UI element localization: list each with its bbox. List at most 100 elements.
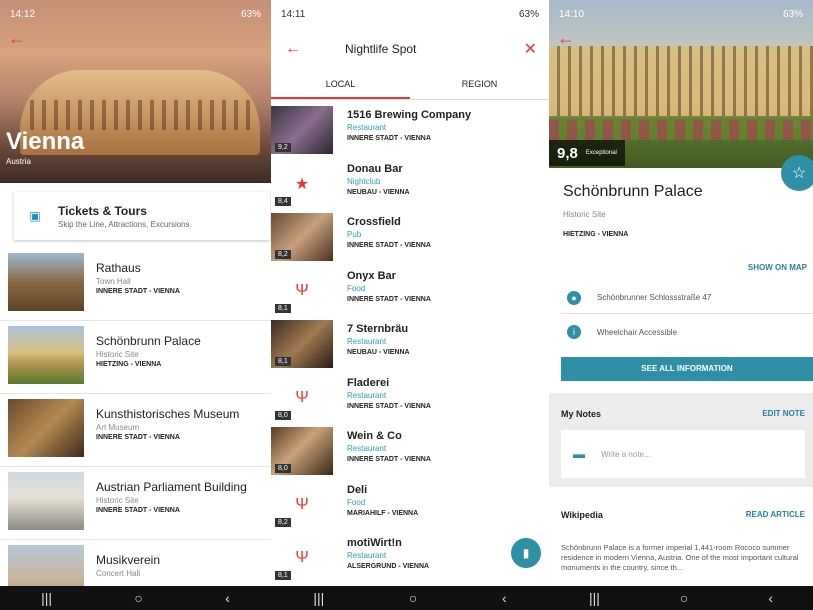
star-icon: ★	[294, 175, 310, 193]
country-subtitle: Austria	[6, 157, 31, 166]
fork-knife-icon: Ψ	[295, 549, 309, 566]
status-time: 14:10	[559, 8, 585, 20]
result-row[interactable]: 8,2 Crossfield Pub INNERE STADT - VIENNA	[271, 211, 549, 264]
venue-location: INNERE STADT - VIENNA	[347, 402, 431, 410]
status-time: 14:12	[10, 8, 36, 20]
clear-icon[interactable]: ✕	[524, 39, 537, 59]
notes-title: My Notes	[561, 409, 602, 419]
home-icon[interactable]: ○	[680, 590, 688, 606]
address-text: Schönbrunner Schlossstraße 47	[597, 293, 712, 302]
map-fab-icon[interactable]: ▮	[511, 538, 541, 568]
nightclub-star-icon: ★ 8,4	[271, 160, 333, 208]
note-input[interactable]: ▬ Write a note...	[561, 430, 805, 478]
android-nav-bar: ||| ○ ‹	[549, 586, 813, 610]
tab-region[interactable]: REGION	[410, 70, 549, 99]
tickets-subtitle: Skip the Line, Attractions, Excursions	[58, 219, 190, 229]
place-detail-screen: 14:10 63% ← 9,8 Exceptional ☆ Schönbrunn…	[549, 0, 813, 610]
place-title: Schönbrunn Palace	[563, 183, 703, 200]
venue-name: motiWirt!n	[347, 537, 402, 549]
back-arrow-icon[interactable]: ←	[557, 28, 575, 49]
home-icon[interactable]: ○	[409, 590, 417, 606]
note-placeholder: Write a note...	[601, 449, 651, 459]
see-all-information-button[interactable]: SEE ALL INFORMATION	[561, 357, 813, 381]
item-location: INNERE STADT - VIENNA	[96, 288, 180, 295]
wiki-excerpt: Schönbrunn Palace is a former imperial 1…	[561, 543, 799, 572]
venue-location: MARIAHILF - VIENNA	[347, 509, 419, 517]
list-item[interactable]: Kunsthistorisches Museum Art Museum INNE…	[0, 397, 271, 467]
venue-category: Food	[347, 283, 366, 293]
battery-level: 63%	[518, 8, 539, 20]
search-results-screen: 14:11 63% ← Nightlife Spot ✕ LOCAL REGIO…	[271, 0, 549, 610]
result-row[interactable]: 8,0 Wein & Co Restaurant INNERE STADT - VIE…	[271, 425, 549, 478]
list-item[interactable]: Austrian Parliament Building Historic Si…	[0, 470, 271, 540]
score-label: Exceptional	[585, 150, 617, 156]
list-item[interactable]: Schönbrunn Palace Historic Site HIETZING…	[0, 324, 271, 394]
venue-location: ALSERGRUND - VIENNA	[347, 563, 430, 570]
wiki-header: Wikipedia READ ARTICLE	[561, 510, 805, 520]
city-title: Vienna	[6, 128, 85, 155]
back-icon[interactable]: ‹	[502, 590, 507, 606]
garden-image	[549, 120, 813, 140]
venue-thumbnail: 8,0	[271, 427, 333, 475]
tickets-tours-card[interactable]: ▣ Tickets & Tours Skip the Line, Attract…	[14, 192, 270, 240]
search-query[interactable]: Nightlife Spot	[345, 42, 524, 56]
result-row[interactable]: Ψ 8,1 Onyx Bar Food INNERE STADT - VIENNA	[271, 265, 549, 318]
schonbrunn-thumbnail	[8, 326, 84, 384]
back-icon[interactable]: ‹	[225, 590, 230, 606]
recents-icon[interactable]: |||	[589, 590, 600, 606]
result-row[interactable]: 8,1 7 Stern­bräu Restaurant NEUBAU - VIENNA	[271, 318, 549, 371]
item-category: Concert Hall	[96, 569, 141, 578]
result-row[interactable]: ★ 8,4 Donau Bar Nightclub NEUBAU - VIENNA	[271, 158, 549, 211]
recents-icon[interactable]: |||	[41, 590, 52, 606]
museum-thumbnail	[8, 399, 84, 457]
android-nav-bar: ||| ○ ‹	[271, 586, 549, 610]
rating-badge: 8,1	[275, 357, 291, 366]
rathaus-thumbnail	[8, 253, 84, 311]
score-value: 9,8	[557, 144, 578, 162]
tickets-title: Tickets & Tours	[58, 203, 147, 218]
status-bar: 14:11 63%	[271, 0, 549, 28]
place-location: HIETZING - VIENNA	[563, 231, 629, 238]
venue-category: Restaurant	[347, 123, 387, 132]
list-item[interactable]: Rathaus Town Hall INNERE STADT - VIENNA	[0, 251, 271, 321]
result-row[interactable]: 9,2 1516 Brewing Company Restaurant INNERE …	[271, 104, 549, 157]
back-arrow-icon[interactable]: ←	[8, 28, 26, 49]
venue-name: Wein & Co	[347, 430, 402, 442]
accessibility-row: i Wheelchair Accessible	[561, 316, 813, 348]
item-category: Town Hall	[96, 277, 131, 286]
address-row[interactable]: ● Schönbrunner Schlossstraße 47	[561, 282, 813, 314]
fork-knife-icon: Ψ	[295, 495, 309, 513]
search-bar: ← Nightlife Spot ✕	[271, 28, 549, 70]
android-nav-bar: ||| ○ ‹	[0, 586, 271, 610]
item-category: Art Museum	[96, 423, 140, 432]
result-row[interactable]: Ψ 8,1 motiWirt!n Restaurant ALSERGRUND - VIE…	[271, 532, 549, 585]
tab-local[interactable]: LOCAL	[271, 70, 410, 99]
venue-category: Restaurant	[347, 337, 387, 346]
edit-note-link[interactable]: EDIT NOTE	[762, 409, 805, 419]
battery-level: 63%	[240, 8, 261, 20]
back-icon[interactable]: ‹	[768, 590, 773, 606]
result-row[interactable]: Ψ 8,2 Deli Food MARIAHILF - VIENNA	[271, 479, 549, 532]
item-name: Musikverein	[96, 553, 161, 567]
fork-knife-icon: Ψ	[295, 388, 309, 406]
fork-knife-icon: Ψ	[295, 281, 309, 299]
ticket-icon: ▣	[29, 209, 41, 223]
read-article-link[interactable]: READ ARTICLE	[746, 510, 805, 520]
rating-badge: 8,4	[275, 196, 291, 206]
favorite-star-icon[interactable]: ☆	[781, 155, 813, 191]
status-bar: 14:12 63%	[0, 0, 271, 28]
result-row[interactable]: Ψ 8,0 Fladerei Restaurant INNERE STADT - VIE…	[271, 372, 549, 425]
fork-knife-icon: Ψ 8,2	[271, 481, 333, 529]
note-icon: ▬	[573, 447, 585, 461]
venue-thumbnail: 8,1	[271, 320, 333, 368]
tab-bar: LOCAL REGION	[271, 70, 549, 100]
show-on-map-link[interactable]: SHOW ON MAP	[748, 263, 807, 272]
venue-location: INNERE STADT - VIENNA	[347, 242, 431, 249]
back-arrow-icon[interactable]: ←	[285, 40, 301, 58]
item-name: Kunsthistorisches Museum	[96, 407, 240, 421]
recents-icon[interactable]: |||	[313, 590, 324, 606]
fork-knife-icon: Ψ 8,1	[271, 267, 333, 315]
venue-category: Restaurant	[347, 551, 387, 560]
home-icon[interactable]: ○	[134, 590, 142, 606]
status-bar: 14:10 63%	[549, 0, 813, 28]
